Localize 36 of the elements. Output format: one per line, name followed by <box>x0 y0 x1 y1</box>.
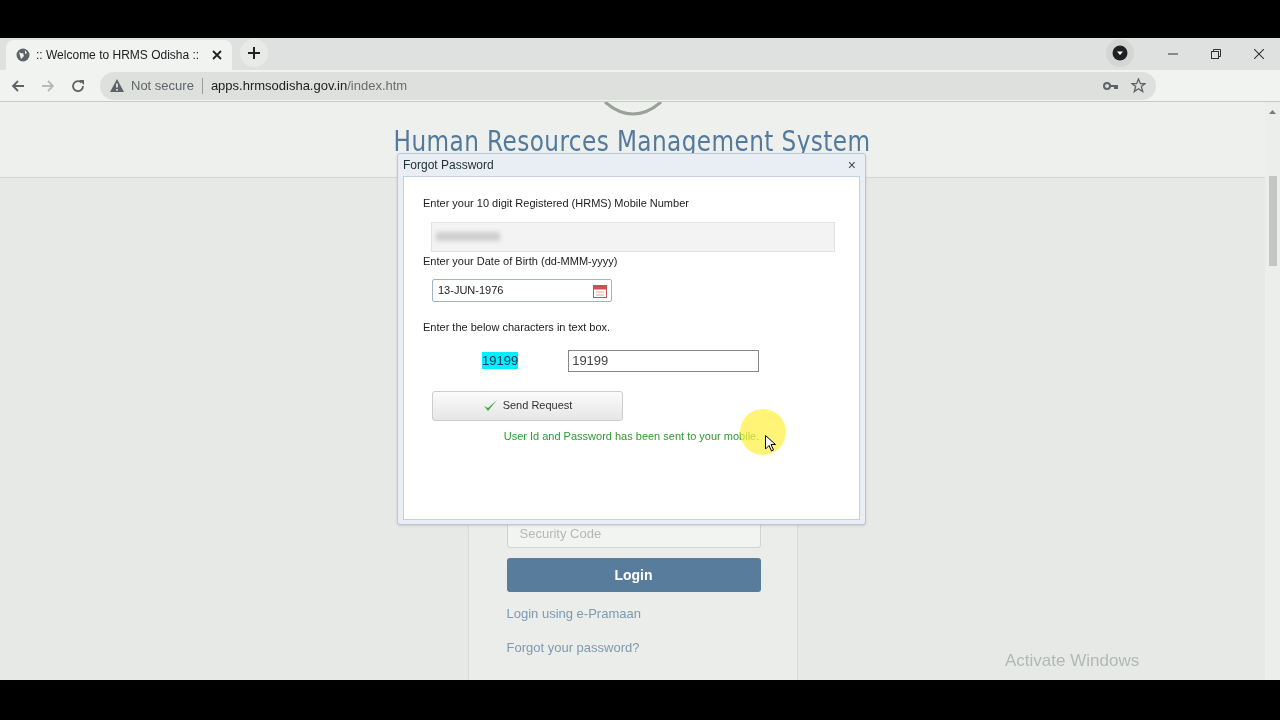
restore-icon[interactable] <box>1211 49 1221 59</box>
reload-icon[interactable] <box>70 77 86 94</box>
calendar-icon[interactable] <box>593 283 607 298</box>
field-label: Enter your Date of Birth (dd-MMM-yyyy) <box>423 253 619 269</box>
star-icon[interactable] <box>1131 78 1146 93</box>
back-icon[interactable] <box>10 77 26 94</box>
field-label: Enter your 10 digit Registered (HRMS) Mobile Number <box>423 196 690 211</box>
plus-icon <box>248 47 260 59</box>
address-bar[interactable]: Not secure apps.hrmsodisha.gov.in/index.htm <box>100 71 1156 100</box>
dialog-title: Forgot Password <box>403 157 494 174</box>
captcha-field[interactable]: 19199 <box>568 349 760 372</box>
send-request-button[interactable]: Send Request <box>432 390 623 421</box>
close-icon[interactable] <box>212 50 222 60</box>
mobile-field[interactable] <box>431 221 835 252</box>
scrollbar-thumb[interactable] <box>1268 176 1277 266</box>
caret-icon <box>1112 45 1128 61</box>
tab-title: :: Welcome to HRMS Odisha :: <box>36 47 201 64</box>
security-label: Not secure <box>131 76 194 95</box>
scroll-up-icon[interactable] <box>1269 110 1276 114</box>
date-field[interactable]: 13-JUN-1976 <box>432 279 612 302</box>
browser-tab[interactable]: :: Welcome to HRMS Odisha :: <box>6 40 232 70</box>
profile-button[interactable] <box>1106 39 1134 67</box>
emblem-drawing <box>602 102 663 116</box>
close-button[interactable]: × <box>843 158 860 172</box>
new-tab-button[interactable] <box>240 39 268 67</box>
captcha-text: 19199 <box>482 352 519 369</box>
globe-icon <box>16 48 30 62</box>
warning-icon <box>110 79 124 92</box>
cursor-icon <box>765 435 776 452</box>
site-heading: Human Resources Management System <box>394 123 871 160</box>
field-label: Enter the below characters in text box. <box>423 320 612 335</box>
url-text: apps.hrmsodisha.gov.in/index.htm <box>210 76 408 95</box>
key-icon[interactable] <box>1103 80 1119 91</box>
close-icon[interactable] <box>1254 49 1264 59</box>
check-icon <box>482 399 498 412</box>
login-button[interactable]: Login <box>506 558 761 592</box>
